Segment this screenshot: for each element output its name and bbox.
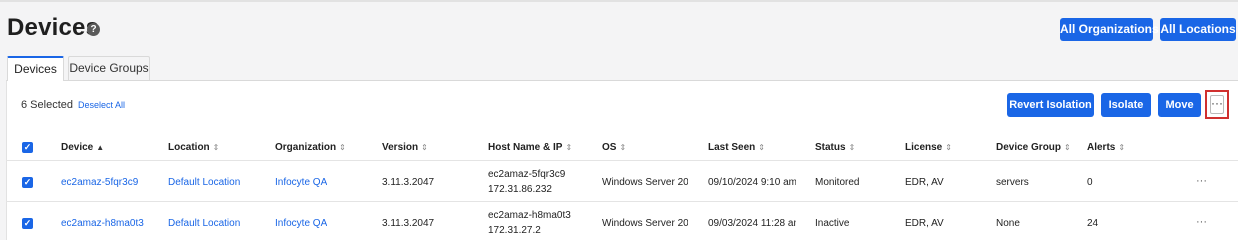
sort-icon: ⇕: [565, 143, 573, 152]
move-button[interactable]: Move: [1158, 93, 1201, 117]
column-header-version[interactable]: Version ⇕: [382, 142, 428, 153]
column-header-license[interactable]: License ⇕: [905, 142, 952, 153]
more-actions-button[interactable]: ···: [1210, 95, 1224, 114]
revert-isolation-button[interactable]: Revert Isolation: [1007, 93, 1094, 117]
alerts-cell: 0: [1087, 177, 1093, 188]
column-header-device-group[interactable]: Device Group ⇕: [996, 142, 1071, 153]
status-cell: Inactive: [815, 218, 850, 229]
sort-icon: ⇕: [945, 143, 952, 152]
selected-count: 6 Selected: [21, 99, 73, 111]
column-header-device[interactable]: Device ▲: [61, 142, 104, 153]
sort-icon: ⇕: [848, 143, 856, 152]
help-icon[interactable]: ?: [87, 23, 100, 36]
row-checkbox[interactable]: ✓: [22, 218, 33, 229]
host-name-cell: ec2amaz-h8ma0t3: [488, 210, 571, 221]
device-link[interactable]: ec2amaz-5fqr3c9: [61, 177, 138, 188]
location-link[interactable]: Default Location: [168, 177, 240, 188]
sort-icon: ⇕: [1064, 143, 1071, 152]
sort-icon: ⇕: [212, 143, 220, 152]
column-header-os[interactable]: OS ⇕: [602, 142, 626, 153]
sort-icon: ⇕: [758, 143, 765, 152]
sort-icon: ⇕: [339, 143, 346, 152]
version-cell: 3.11.3.2047: [382, 177, 435, 188]
select-all-checkbox[interactable]: ✓: [22, 142, 33, 153]
table-divider: [6, 160, 1238, 161]
organization-link[interactable]: Infocyte QA: [275, 177, 327, 188]
last-seen-cell: 09/03/2024 11:28 am: [708, 218, 796, 229]
all-locations-button[interactable]: All Locations: [1160, 18, 1236, 41]
column-header-alerts[interactable]: Alerts ⇕: [1087, 142, 1125, 153]
last-seen-cell: 09/10/2024 9:10 am: [708, 177, 796, 188]
all-organizations-button[interactable]: All Organizations: [1060, 18, 1159, 41]
license-cell: EDR, AV: [905, 177, 944, 188]
device-group-cell: servers: [996, 177, 1029, 188]
version-cell: 3.11.3.2047: [382, 218, 435, 229]
license-cell: EDR, AV: [905, 218, 944, 229]
os-cell: Windows Server 2016: [602, 177, 688, 188]
column-header-last-seen[interactable]: Last Seen ⇕: [708, 142, 765, 153]
sort-icon: ⇕: [1118, 143, 1126, 152]
more-actions-highlight: ···: [1205, 90, 1229, 119]
column-header-organization[interactable]: Organization ⇕: [275, 142, 346, 153]
device-group-cell: None: [996, 218, 1020, 229]
tab-devices[interactable]: Devices: [7, 56, 64, 81]
column-header-host-name-ip[interactable]: Host Name & IP ⇕: [488, 142, 572, 153]
sort-icon: ⇕: [619, 143, 627, 152]
alerts-cell: 24: [1087, 218, 1099, 229]
ip-cell: 172.31.27.2: [488, 225, 541, 236]
os-cell: Windows Server 2022: [602, 218, 688, 229]
ip-cell: 172.31.86.232: [488, 184, 552, 195]
row-more-icon[interactable]: ···: [1196, 175, 1207, 187]
location-link[interactable]: Default Location: [168, 218, 240, 229]
status-cell: Monitored: [815, 177, 860, 188]
host-name-cell: ec2amaz-5fqr3c9: [488, 169, 566, 180]
tab-device-groups[interactable]: Device Groups: [68, 56, 150, 80]
device-link[interactable]: ec2amaz-h8ma0t3: [61, 218, 144, 229]
sort-icon: ⇕: [421, 143, 428, 152]
sort-asc-icon: ▲: [96, 143, 105, 152]
top-divider: [0, 0, 1238, 2]
deselect-all-link[interactable]: Deselect All: [78, 100, 125, 110]
column-header-location[interactable]: Location ⇕: [168, 142, 219, 153]
row-more-icon[interactable]: ···: [1196, 216, 1207, 228]
table-divider: [6, 201, 1238, 202]
page-title: Devices: [7, 14, 100, 41]
row-checkbox[interactable]: ✓: [22, 177, 33, 188]
isolate-button[interactable]: Isolate: [1101, 93, 1151, 117]
column-header-status[interactable]: Status ⇕: [815, 142, 855, 153]
organization-link[interactable]: Infocyte QA: [275, 218, 327, 229]
